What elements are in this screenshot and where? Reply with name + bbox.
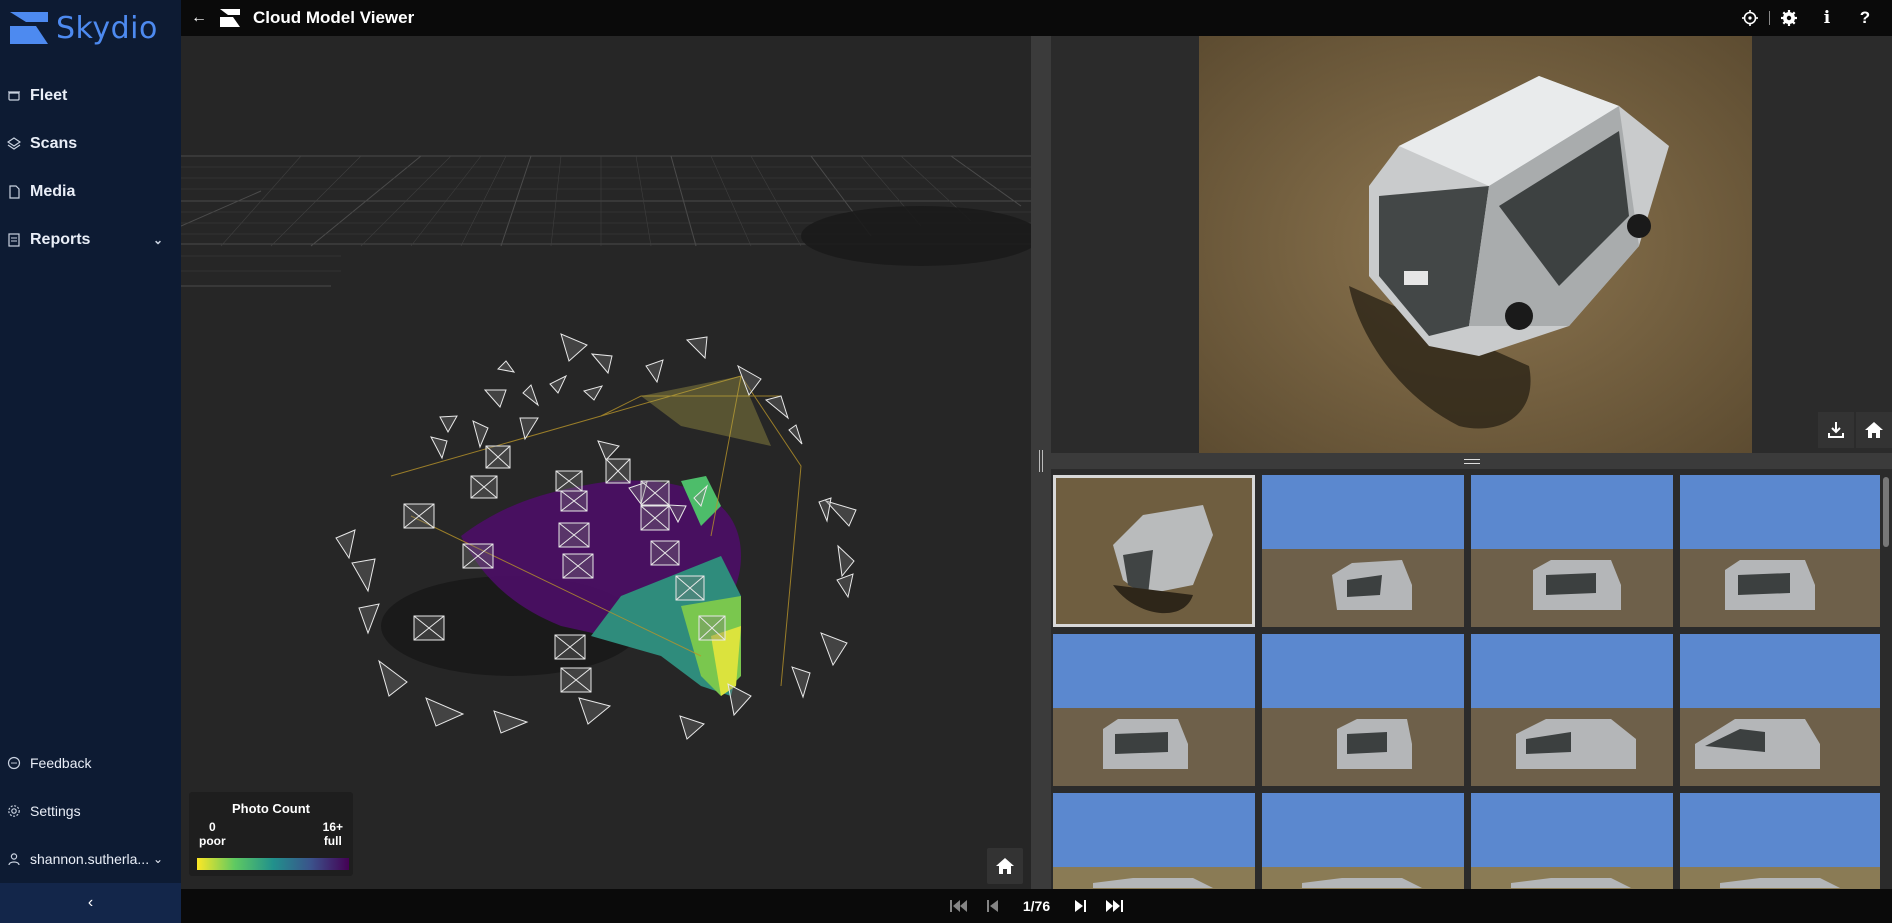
back-button[interactable]: ← <box>191 9 209 27</box>
photo-count-legend: Photo Count 0 poor 16+ full <box>189 792 353 876</box>
photo-home-button[interactable] <box>1856 412 1892 448</box>
main-photo[interactable] <box>1199 36 1752 453</box>
3d-scene[interactable] <box>181 36 1031 889</box>
first-page-button[interactable] <box>949 896 969 916</box>
home-icon <box>1865 422 1883 438</box>
page-indicator: 1/76 <box>1022 898 1051 914</box>
sidebar-item-label: Media <box>30 183 76 200</box>
sidebar-item-reports[interactable]: Reports ⌄ <box>0 216 181 264</box>
sidebar-item-label: Settings <box>30 803 81 819</box>
user-icon <box>6 851 22 867</box>
question-icon: ? <box>1859 8 1871 27</box>
crosshair-icon <box>1742 10 1758 26</box>
legend-title: Photo Count <box>232 801 310 816</box>
info-button[interactable]: i <box>1808 0 1846 36</box>
sidebar-item-scans[interactable]: Scans <box>0 120 181 168</box>
photo-actions <box>1818 412 1892 448</box>
scrollbar-thumb[interactable] <box>1883 477 1889 547</box>
skydio-app-icon <box>220 9 240 27</box>
sidebar-item-label: Feedback <box>30 755 92 771</box>
sidebar: Skydio Fleet Scans Media Reports ⌄ Feedb… <box>0 0 181 923</box>
scan-icon <box>6 136 22 152</box>
thumbnail-grid <box>1051 473 1892 889</box>
legend-min-label: poor <box>199 834 226 848</box>
chevron-left-icon: ‹ <box>87 894 94 911</box>
chevron-down-icon: ⌄ <box>152 233 163 247</box>
thumbnail[interactable] <box>1262 634 1464 786</box>
sidebar-nav: Fleet Scans Media Reports ⌄ <box>0 72 181 264</box>
download-button[interactable] <box>1818 412 1854 448</box>
legend-max-value: 16+ <box>322 820 343 834</box>
document-icon <box>6 184 22 200</box>
recenter-button[interactable] <box>1731 0 1769 36</box>
legend-color-bar <box>197 858 349 870</box>
sidebar-item-label: Reports <box>30 231 91 248</box>
home-icon <box>996 858 1014 874</box>
sidebar-item-feedback[interactable]: Feedback <box>0 739 181 787</box>
thumbnail[interactable] <box>1262 475 1464 627</box>
legend-min: 0 poor <box>199 820 226 848</box>
brand-name: Skydio <box>56 10 158 46</box>
sidebar-item-label: Fleet <box>30 87 68 104</box>
previous-button[interactable] <box>983 896 1003 916</box>
gear-icon <box>6 803 22 819</box>
sidebar-item-fleet[interactable]: Fleet <box>0 72 181 120</box>
sidebar-bottom-nav: Feedback Settings shannon.sutherla... ⌄ <box>0 739 181 883</box>
thumbnail[interactable] <box>1262 793 1464 889</box>
skip-last-icon <box>1106 900 1124 912</box>
chevron-down-icon: ⌄ <box>152 852 163 866</box>
download-icon <box>1828 422 1844 438</box>
thumbnail[interactable] <box>1471 793 1673 889</box>
legend-max: 16+ full <box>323 820 343 848</box>
top-bar: ← Cloud Model Viewer i ? <box>181 0 1892 36</box>
thumbnail[interactable] <box>1471 634 1673 786</box>
thumbnail[interactable] <box>1053 475 1255 627</box>
3d-viewer[interactable]: Photo Count 0 poor 16+ full <box>181 36 1031 889</box>
drone-icon <box>6 88 22 104</box>
legend-min-value: 0 <box>208 820 216 834</box>
skip-first-icon <box>949 900 967 912</box>
sidebar-item-label: shannon.sutherla... <box>30 851 150 867</box>
page-title: Cloud Model Viewer <box>253 8 415 27</box>
collapse-sidebar-button[interactable]: ‹ <box>0 883 181 923</box>
sidebar-item-settings[interactable]: Settings <box>0 787 181 835</box>
thumbnail[interactable] <box>1680 475 1882 627</box>
info-icon: i <box>1823 8 1831 28</box>
splitter-grip-icon <box>1463 458 1480 464</box>
gear-icon <box>1781 10 1797 26</box>
vertical-splitter[interactable] <box>1031 36 1051 889</box>
chat-icon <box>6 755 22 771</box>
settings-button[interactable] <box>1770 0 1808 36</box>
next-icon <box>1075 900 1087 912</box>
thumbnail[interactable] <box>1053 793 1255 889</box>
last-page-button[interactable] <box>1104 896 1124 916</box>
photo-pane <box>1051 36 1892 889</box>
thumbnail[interactable] <box>1053 634 1255 786</box>
horizontal-splitter[interactable] <box>1051 453 1892 469</box>
legend-max-label: full <box>323 834 342 848</box>
help-button[interactable]: ? <box>1846 0 1884 36</box>
skydio-logo-icon <box>10 12 48 44</box>
splitter-grip-icon <box>1039 450 1043 472</box>
thumbnail[interactable] <box>1680 793 1882 889</box>
brand-logo[interactable]: Skydio <box>8 6 158 50</box>
sidebar-item-media[interactable]: Media <box>0 168 181 216</box>
top-toolbar: i ? <box>1731 0 1884 36</box>
reset-view-button[interactable] <box>987 848 1023 884</box>
report-icon <box>6 232 22 248</box>
next-button[interactable] <box>1070 896 1090 916</box>
previous-icon <box>986 900 998 912</box>
thumbnail[interactable] <box>1680 634 1882 786</box>
sidebar-item-label: Scans <box>30 135 78 152</box>
thumbnail[interactable] <box>1471 475 1673 627</box>
thumbnail-scrollbar[interactable] <box>1880 473 1892 889</box>
pagination-bar: 1/76 <box>181 889 1892 923</box>
sidebar-item-user[interactable]: shannon.sutherla... ⌄ <box>0 835 181 883</box>
